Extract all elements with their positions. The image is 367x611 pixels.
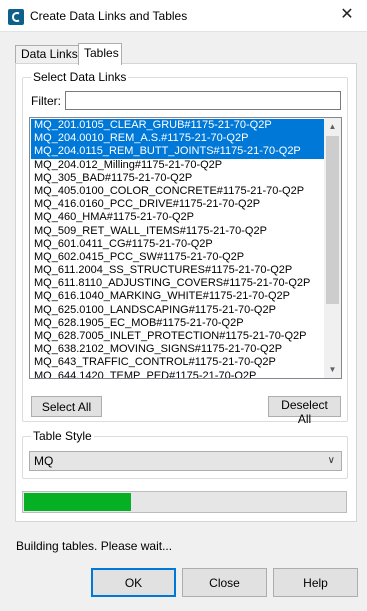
civil3d-icon (8, 9, 24, 25)
scroll-thumb[interactable] (326, 136, 339, 304)
list-item[interactable]: MQ_644.1420_TEMP_PED#1175-21-70-Q2P (31, 370, 325, 378)
list-item[interactable]: MQ_460_HMA#1175-21-70-Q2P (31, 211, 325, 224)
list-item[interactable]: MQ_625.0100_LANDSCAPING#1175-21-70-Q2P (31, 304, 325, 317)
list-item[interactable]: MQ_616.1040_MARKING_WHITE#1175-21-70-Q2P (31, 290, 325, 303)
scroll-down-icon[interactable]: ▼ (324, 361, 341, 378)
vertical-scrollbar[interactable]: ▲ ▼ (324, 118, 341, 378)
list-item[interactable]: MQ_611.8110_ADJUSTING_COVERS#1175-21-70-… (31, 277, 325, 290)
table-style-select[interactable]: MQ ∨ (29, 451, 342, 471)
list-item[interactable]: MQ_305_BAD#1175-21-70-Q2P (31, 172, 325, 185)
list-item[interactable]: MQ_628.7005_INLET_PROTECTION#1175-21-70-… (31, 330, 325, 343)
title-bar: Create Data Links and Tables ✕ (0, 0, 367, 32)
chevron-down-icon: ∨ (327, 455, 335, 466)
status-text: Building tables. Please wait... (16, 539, 173, 553)
data-links-list: MQ_201.0105_CLEAR_GRUB#1175-21-70-Q2P MQ_… (31, 119, 325, 378)
tab-data-links[interactable]: Data Links (15, 45, 84, 64)
table-style-label: Table Style (31, 429, 94, 443)
list-item[interactable]: MQ_405.0100_COLOR_CONCRETE#1175-21-70-Q2… (31, 185, 325, 198)
close-button[interactable]: Close (182, 568, 267, 597)
table-style-value: MQ (34, 454, 54, 468)
filter-input[interactable] (65, 91, 341, 110)
window-title: Create Data Links and Tables (30, 9, 188, 23)
list-item[interactable]: MQ_628.1905_EC_MOB#1175-21-70-Q2P (31, 317, 325, 330)
list-item[interactable]: MQ_602.0415_PCC_SW#1175-21-70-Q2P (31, 251, 325, 264)
data-links-listbox[interactable]: MQ_201.0105_CLEAR_GRUB#1175-21-70-Q2P MQ_… (29, 117, 342, 379)
progress-fill (24, 493, 131, 511)
list-item[interactable]: MQ_611.2004_SS_STRUCTURES#1175-21-70-Q2P (31, 264, 325, 277)
deselect-all-button[interactable]: Deselect All (268, 396, 341, 426)
list-item[interactable]: MQ_204.0115_REM_BUTT_JOINTS#1175-21-70-Q… (31, 145, 325, 159)
list-item[interactable]: MQ_509_RET_WALL_ITEMS#1175-21-70-Q2P (31, 225, 325, 238)
close-icon[interactable]: ✕ (327, 0, 367, 32)
scroll-up-icon[interactable]: ▲ (324, 118, 341, 135)
list-item[interactable]: MQ_416.0160_PCC_DRIVE#1175-21-70-Q2P (31, 198, 325, 211)
filter-label: Filter: (31, 94, 61, 108)
tab-tables[interactable]: Tables (78, 43, 122, 65)
list-item[interactable]: MQ_643_TRAFFIC_CONTROL#1175-21-70-Q2P (31, 356, 325, 369)
list-item[interactable]: MQ_601.0411_CG#1175-21-70-Q2P (31, 238, 325, 251)
list-item[interactable]: MQ_638.2102_MOVING_SIGNS#1175-21-70-Q2P (31, 343, 325, 356)
progress-bar (22, 491, 347, 513)
ok-button[interactable]: OK (91, 568, 176, 597)
list-item[interactable]: MQ_201.0105_CLEAR_GRUB#1175-21-70-Q2P (31, 119, 325, 133)
list-item[interactable]: MQ_204.0010_REM_A.S.#1175-21-70-Q2P (31, 132, 325, 146)
select-data-links-label: Select Data Links (31, 70, 129, 84)
help-button[interactable]: Help (273, 568, 358, 597)
list-item[interactable]: MQ_204.012_Milling#1175-21-70-Q2P (31, 159, 325, 172)
select-all-button[interactable]: Select All (31, 396, 102, 417)
